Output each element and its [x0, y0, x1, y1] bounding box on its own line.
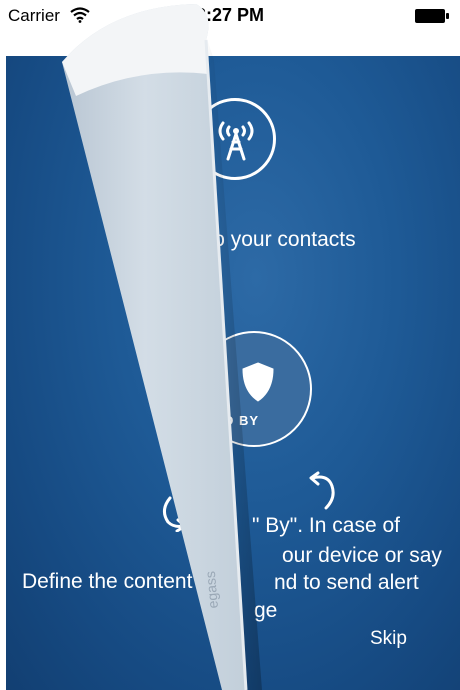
define-content-text: Define the content — [22, 570, 193, 593]
shield-label: D BY — [224, 413, 260, 428]
description-line-3: nd to send alert — [274, 571, 419, 594]
broadcast-description: sage to your contacts — [156, 228, 356, 251]
skip-button[interactable]: Skip — [370, 628, 407, 650]
curve-arrow-left-icon — [163, 496, 187, 532]
status-time: 2:27 PM — [195, 5, 265, 25]
description-line-1: " By". In case of — [252, 514, 400, 537]
walkthrough-screen: sage to your contacts D BY " By". In cas… — [6, 56, 460, 690]
curve-arrow-right-icon — [309, 471, 335, 510]
description-line-2: our device or say — [282, 544, 442, 567]
status-bar: Carrier 2:27 PM — [0, 0, 460, 32]
shield-icon — [242, 362, 274, 402]
radio-tower-icon — [218, 121, 254, 161]
battery-icon — [415, 9, 449, 23]
shield-feature-circle: D BY — [196, 331, 312, 447]
description-line-4: ge — [254, 599, 278, 622]
broadcast-icon-circle — [194, 98, 276, 180]
